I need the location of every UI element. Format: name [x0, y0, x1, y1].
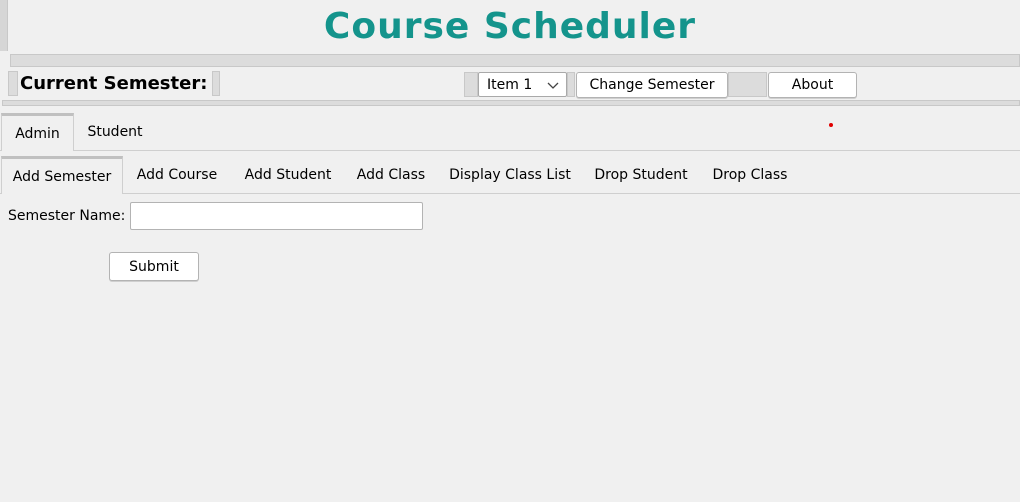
current-semester-label: Current Semester:	[20, 73, 208, 94]
chevron-down-icon	[547, 82, 559, 89]
semester-name-label: Semester Name:	[8, 208, 126, 224]
tab-admin[interactable]: Admin	[1, 113, 74, 151]
tab-drop-class[interactable]: Drop Class	[702, 156, 798, 193]
tab-student[interactable]: Student	[78, 113, 152, 150]
tab-drop-student[interactable]: Drop Student	[585, 156, 697, 193]
change-semester-button[interactable]: Change Semester	[576, 72, 728, 98]
semester-select[interactable]: Item 1	[478, 72, 567, 97]
tab-add-course[interactable]: Add Course	[126, 156, 228, 193]
semester-name-input[interactable]	[130, 202, 423, 230]
toolbar-spacer	[567, 72, 575, 97]
sub-tabs-baseline	[0, 193, 1020, 194]
tab-display-class-list[interactable]: Display Class List	[440, 156, 580, 193]
toolbar-spacer-mid	[212, 71, 220, 96]
about-button[interactable]: About	[768, 72, 857, 98]
app-title: Course Scheduler	[323, 6, 697, 47]
tab-add-class[interactable]: Add Class	[346, 156, 436, 193]
indicator-dot	[829, 123, 833, 127]
toolbar-spacer	[728, 72, 767, 97]
header-separator	[10, 54, 1020, 67]
toolbar-spacer	[464, 72, 478, 97]
toolbar-spacer-left	[8, 71, 18, 96]
submit-button[interactable]: Submit	[109, 252, 199, 281]
tab-add-semester[interactable]: Add Semester	[1, 156, 123, 194]
toolbar-separator	[2, 100, 1020, 106]
top-tabs-baseline	[0, 150, 1020, 151]
tab-add-student[interactable]: Add Student	[234, 156, 342, 193]
semester-select-value: Item 1	[487, 76, 533, 93]
